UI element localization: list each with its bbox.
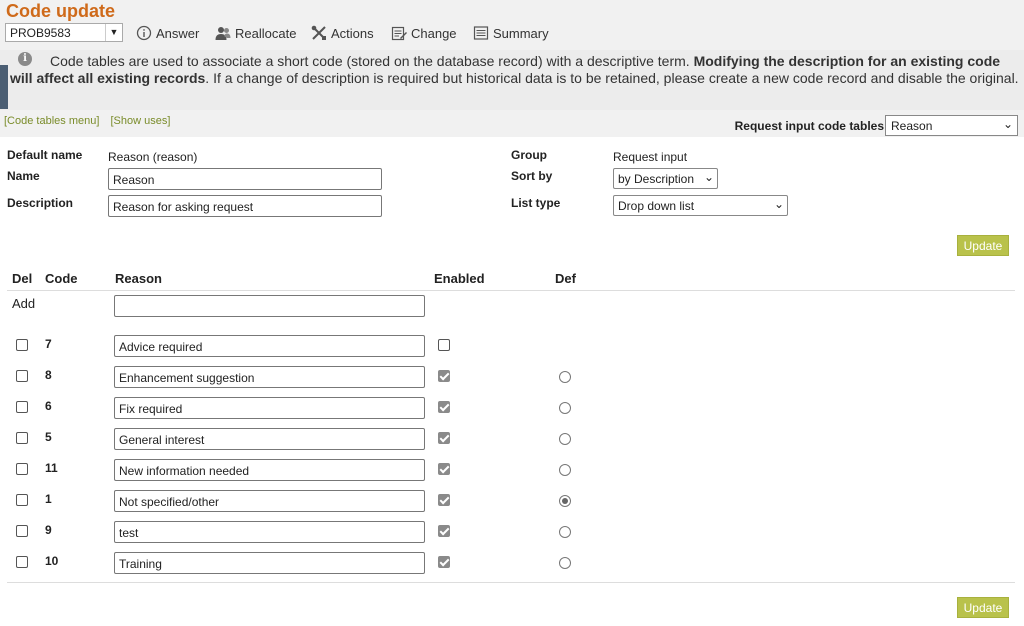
show-uses-link[interactable]: [Show uses] [110,115,170,127]
code-cell: 7 [45,337,52,351]
delete-checkbox[interactable] [16,463,28,475]
default-radio[interactable] [559,495,571,507]
list-type-label: List type [511,196,561,210]
record-select[interactable]: PROB9583 ▼ [5,23,123,42]
record-select-value: PROB9583 [10,26,71,40]
default-name-label: Default name [7,148,83,162]
table-header-divider [7,290,1015,291]
delete-checkbox[interactable] [16,525,28,537]
request-input-code-tables-select[interactable]: Reason ⌄ [885,115,1018,136]
chevron-down-icon: ⌄ [773,197,784,211]
add-reason-input[interactable] [114,295,425,317]
link-bar: [Code tables menu] [Show uses] [4,115,178,127]
column-header-enabled: Enabled [434,271,485,286]
reallocate-label: Reallocate [235,26,297,41]
delete-checkbox[interactable] [16,556,28,568]
page-title: Code update [6,1,116,21]
enabled-checkbox[interactable] [438,370,450,382]
group-label: Group [511,148,547,162]
list-icon [473,26,489,40]
info-notice: Code tables are used to associate a shor… [0,50,1024,110]
enabled-checkbox[interactable] [438,556,450,568]
default-radio[interactable] [559,526,571,538]
description-input[interactable]: Reason for asking request [108,195,382,217]
reason-input[interactable]: General interest [114,428,425,450]
enabled-checkbox[interactable] [438,401,450,413]
column-header-code: Code [45,271,78,286]
list-type-select[interactable]: Drop down list ⌄ [613,195,788,216]
sort-by-label: Sort by [511,169,553,183]
header-area: Code update PROB9583 ▼ Answer Reallocate… [0,0,1024,137]
default-radio[interactable] [559,371,571,383]
column-header-reason: Reason [115,271,162,286]
reason-input[interactable]: Training [114,552,425,574]
update-button-bottom[interactable]: Update [957,597,1009,618]
notice-text-part: Code tables are used to associate a shor… [50,53,694,69]
answer-label: Answer [156,26,200,41]
enabled-checkbox[interactable] [438,494,450,506]
code-cell: 11 [45,461,58,475]
delete-checkbox[interactable] [16,494,28,506]
reason-input[interactable]: Advice required [114,335,425,357]
description-label: Description [7,196,74,210]
tools-icon [311,25,326,40]
info-circle-icon [136,25,152,41]
name-input[interactable]: Reason [108,168,382,190]
column-header-del: Del [12,271,33,286]
code-cell: 5 [45,430,52,444]
code-cell: 9 [45,523,52,537]
delete-checkbox[interactable] [16,401,28,413]
update-button-top[interactable]: Update [957,235,1009,256]
summary-label: Summary [493,26,549,41]
add-row-label: Add [12,296,36,311]
reason-input[interactable]: Not specified/other [114,490,425,512]
edit-icon [391,26,407,41]
code-cell: 8 [45,368,52,382]
table-footer-divider [7,582,1015,583]
sort-by-value: by Description [618,172,695,186]
sort-by-select[interactable]: by Description ⌄ [613,168,718,189]
default-radio[interactable] [559,433,571,445]
reason-input[interactable]: test [114,521,425,543]
list-type-value: Drop down list [618,199,695,213]
default-radio[interactable] [559,402,571,414]
group-value: Request input [613,150,688,164]
request-input-select-value: Reason [891,119,933,133]
enabled-checkbox[interactable] [438,463,450,475]
notice-accent-bar [0,65,8,109]
notice-text: Code tables are used to associate a shor… [10,53,1024,87]
default-name-value: Reason (reason) [108,150,198,164]
reason-input[interactable]: Enhancement suggestion [114,366,425,388]
enabled-checkbox[interactable] [438,432,450,444]
notice-text-part: . If a change of description is required… [205,70,1019,86]
change-label: Change [411,26,457,41]
actions-label: Actions [331,26,374,41]
dropdown-arrow-icon: ▼ [105,24,122,41]
info-icon: i [18,52,32,66]
delete-checkbox[interactable] [16,339,28,351]
enabled-checkbox[interactable] [438,339,450,351]
chevron-down-icon: ⌄ [703,170,714,184]
code-cell: 10 [45,554,59,568]
request-input-code-tables-label: Request input code tables [734,119,884,133]
code-cell: 6 [45,399,52,413]
delete-checkbox[interactable] [16,432,28,444]
delete-checkbox[interactable] [16,370,28,382]
column-header-def: Def [555,271,576,286]
code-cell: 1 [45,492,52,506]
chevron-down-icon: ⌄ [1002,117,1013,131]
default-radio[interactable] [559,557,571,569]
name-label: Name [7,169,40,183]
users-icon [215,27,231,40]
reason-input[interactable]: Fix required [114,397,425,419]
reason-input[interactable]: New information needed [114,459,425,481]
code-tables-menu-link[interactable]: [Code tables menu] [4,115,99,127]
enabled-checkbox[interactable] [438,525,450,537]
default-radio[interactable] [559,464,571,476]
